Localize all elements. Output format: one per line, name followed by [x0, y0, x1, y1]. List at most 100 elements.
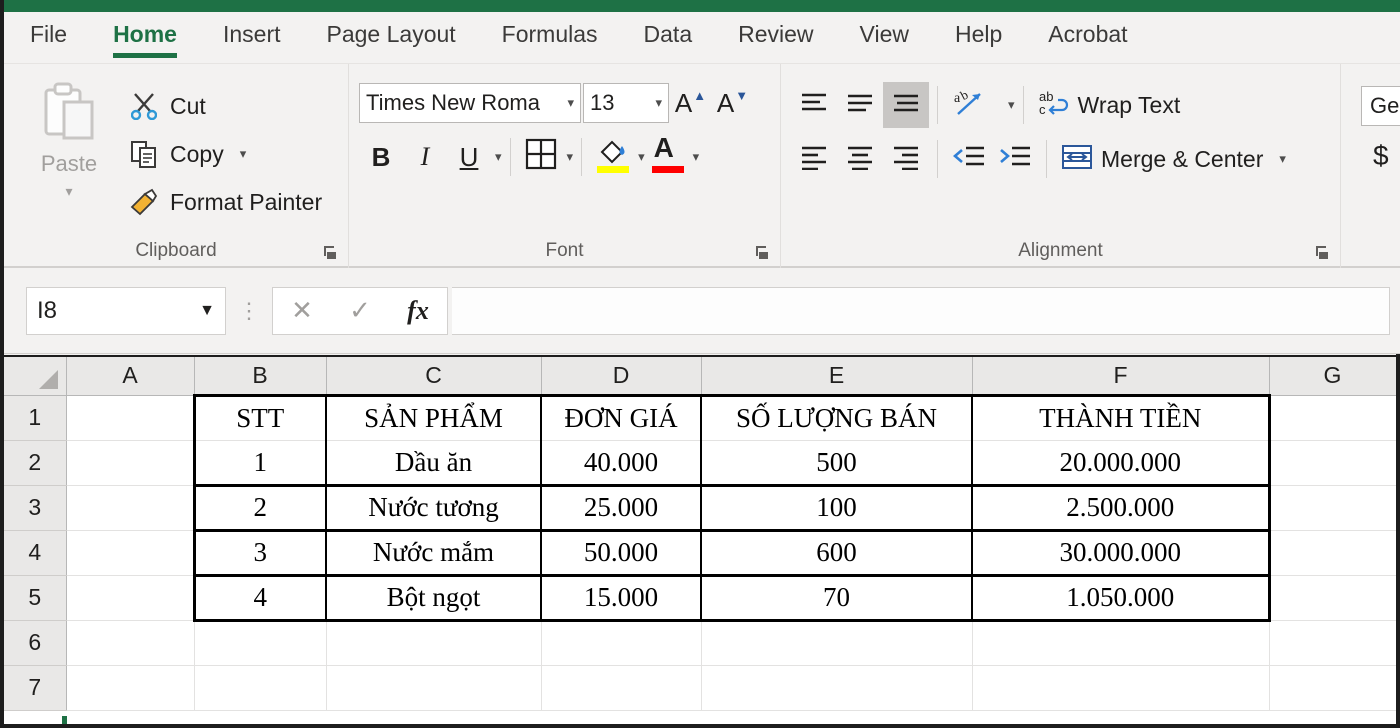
cancel-formula-button[interactable]: ✕: [273, 288, 331, 334]
enter-formula-button[interactable]: ✓: [331, 288, 389, 334]
row-header-7[interactable]: 7: [4, 665, 67, 711]
font-size-input[interactable]: 13 ▾: [583, 83, 669, 123]
align-bottom-button[interactable]: [883, 82, 929, 128]
cell-f7[interactable]: [972, 665, 1270, 711]
column-header-f[interactable]: F: [972, 357, 1270, 396]
cell-g4[interactable]: [1269, 530, 1396, 576]
select-all-button[interactable]: [4, 357, 67, 396]
cell-e5[interactable]: 70: [701, 575, 973, 622]
copy-chevron-down-icon[interactable]: ▾: [240, 146, 247, 162]
tab-data[interactable]: Data: [644, 17, 693, 58]
column-header-d[interactable]: D: [541, 357, 702, 396]
column-header-a[interactable]: A: [66, 357, 195, 396]
cell-d4[interactable]: 50.000: [541, 530, 702, 577]
font-color-button[interactable]: A: [645, 132, 691, 180]
cell-a7[interactable]: [66, 665, 195, 711]
cell-b7[interactable]: [194, 665, 327, 711]
column-header-g[interactable]: G: [1269, 357, 1396, 396]
cell-a1[interactable]: [66, 395, 195, 441]
font-dialog-launcher-icon[interactable]: [755, 245, 770, 260]
cell-g6[interactable]: [1269, 620, 1396, 666]
cell-f4[interactable]: 30.000.000: [972, 530, 1271, 577]
row-header-3[interactable]: 3: [4, 485, 67, 531]
bold-button[interactable]: B: [359, 135, 403, 179]
cell-b2[interactable]: 1: [192, 440, 327, 487]
cell-d1[interactable]: ĐƠN GIÁ: [541, 393, 702, 441]
align-left-button[interactable]: [791, 136, 837, 182]
align-right-button[interactable]: [883, 136, 929, 182]
underline-chevron-down-icon[interactable]: ▾: [495, 149, 502, 165]
paste-button[interactable]: Paste ▾: [14, 72, 124, 268]
fill-color-button[interactable]: [590, 134, 636, 180]
cell-g1[interactable]: [1269, 395, 1396, 441]
underline-button[interactable]: U: [447, 135, 491, 179]
font-name-chevron-down-icon[interactable]: ▾: [561, 95, 574, 111]
cell-d6[interactable]: [541, 620, 702, 666]
cell-a5[interactable]: [66, 575, 195, 621]
cell-b3[interactable]: 2: [192, 485, 327, 532]
paste-chevron-down-icon[interactable]: ▾: [65, 183, 72, 200]
cell-f6[interactable]: [972, 620, 1270, 666]
decrease-font-size-button[interactable]: A ▼: [711, 83, 753, 123]
format-painter-button[interactable]: Format Painter: [124, 178, 338, 226]
cell-a4[interactable]: [66, 530, 195, 576]
cell-b5[interactable]: 4: [192, 575, 327, 622]
cell-c1[interactable]: SẢN PHẨM: [326, 393, 542, 441]
font-size-chevron-down-icon[interactable]: ▾: [649, 95, 662, 111]
cell-e4[interactable]: 600: [701, 530, 973, 577]
cell-f3[interactable]: 2.500.000: [972, 485, 1271, 532]
cell-c6[interactable]: [326, 620, 542, 666]
cell-g7[interactable]: [1269, 665, 1396, 711]
font-name-input[interactable]: Times New Roma ▾: [359, 83, 581, 123]
row-header-4[interactable]: 4: [4, 530, 67, 576]
merge-chevron-down-icon[interactable]: ▾: [1279, 151, 1286, 167]
cell-d3[interactable]: 25.000: [541, 485, 702, 532]
align-center-button[interactable]: [837, 136, 883, 182]
tab-insert[interactable]: Insert: [223, 17, 281, 58]
increase-indent-button[interactable]: [992, 136, 1038, 182]
tab-home[interactable]: Home: [113, 17, 177, 58]
column-header-e[interactable]: E: [701, 357, 973, 396]
column-header-b[interactable]: B: [194, 357, 327, 396]
borders-chevron-down-icon[interactable]: ▾: [567, 149, 574, 165]
cell-c7[interactable]: [326, 665, 542, 711]
cell-a6[interactable]: [66, 620, 195, 666]
formula-input[interactable]: [452, 286, 1390, 335]
cell-g2[interactable]: [1269, 440, 1396, 486]
tab-help[interactable]: Help: [955, 17, 1002, 58]
cell-c4[interactable]: Nước mắm: [326, 530, 542, 577]
orientation-button[interactable]: a b: [946, 82, 992, 128]
italic-button[interactable]: I: [403, 135, 447, 179]
wrap-text-button[interactable]: ab c Wrap Text: [1032, 82, 1187, 128]
cell-f1[interactable]: THÀNH TIỀN: [972, 393, 1271, 441]
cell-d2[interactable]: 40.000: [541, 440, 702, 487]
tab-file[interactable]: File: [30, 17, 67, 58]
row-header-2[interactable]: 2: [4, 440, 67, 486]
tab-formulas[interactable]: Formulas: [502, 17, 598, 58]
align-middle-button[interactable]: [837, 82, 883, 128]
align-top-button[interactable]: [791, 82, 837, 128]
row-header-1[interactable]: 1: [4, 395, 67, 441]
cut-button[interactable]: Cut: [124, 82, 338, 130]
cell-a3[interactable]: [66, 485, 195, 531]
clipboard-dialog-launcher-icon[interactable]: [323, 245, 338, 260]
increase-font-size-button[interactable]: A ▲: [669, 83, 711, 123]
tab-acrobat[interactable]: Acrobat: [1048, 17, 1127, 58]
alignment-dialog-launcher-icon[interactable]: [1315, 245, 1330, 260]
cell-d7[interactable]: [541, 665, 702, 711]
cell-c3[interactable]: Nước tương: [326, 485, 542, 532]
cell-c2[interactable]: Dầu ăn: [326, 440, 542, 487]
orientation-chevron-down-icon[interactable]: ▾: [1008, 97, 1015, 113]
selection-fill-handle[interactable]: [62, 716, 67, 724]
cell-e1[interactable]: SỐ LƯỢNG BÁN: [701, 393, 973, 441]
row-header-6[interactable]: 6: [4, 620, 67, 666]
cell-f5[interactable]: 1.050.000: [972, 575, 1271, 622]
cell-g3[interactable]: [1269, 485, 1396, 531]
merge-and-center-button[interactable]: Merge & Center ▾: [1055, 136, 1292, 182]
cell-c5[interactable]: Bột ngọt: [326, 575, 542, 622]
tab-review[interactable]: Review: [738, 17, 813, 58]
tab-view[interactable]: View: [860, 17, 909, 58]
cell-d5[interactable]: 15.000: [541, 575, 702, 622]
row-header-5[interactable]: 5: [4, 575, 67, 621]
cell-e2[interactable]: 500: [701, 440, 973, 487]
